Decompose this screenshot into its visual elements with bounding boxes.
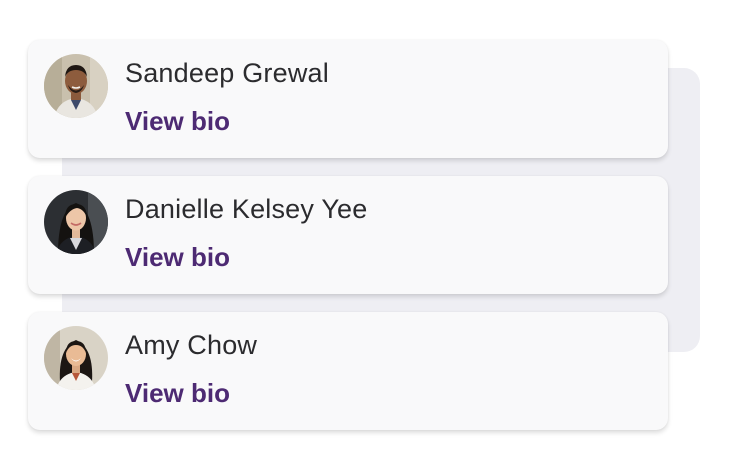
- person-card: Danielle Kelsey Yee View bio: [28, 176, 668, 294]
- person-name: Sandeep Grewal: [125, 58, 329, 88]
- avatar: [44, 54, 108, 118]
- person-card: Amy Chow View bio: [28, 312, 668, 430]
- avatar: [44, 326, 108, 390]
- view-bio-link[interactable]: View bio: [125, 378, 230, 409]
- person-name: Amy Chow: [125, 330, 258, 360]
- avatar: [44, 190, 108, 254]
- person-card: Sandeep Grewal View bio: [28, 40, 668, 158]
- view-bio-link[interactable]: View bio: [125, 242, 230, 273]
- person-name: Danielle Kelsey Yee: [125, 194, 368, 224]
- view-bio-link[interactable]: View bio: [125, 106, 230, 137]
